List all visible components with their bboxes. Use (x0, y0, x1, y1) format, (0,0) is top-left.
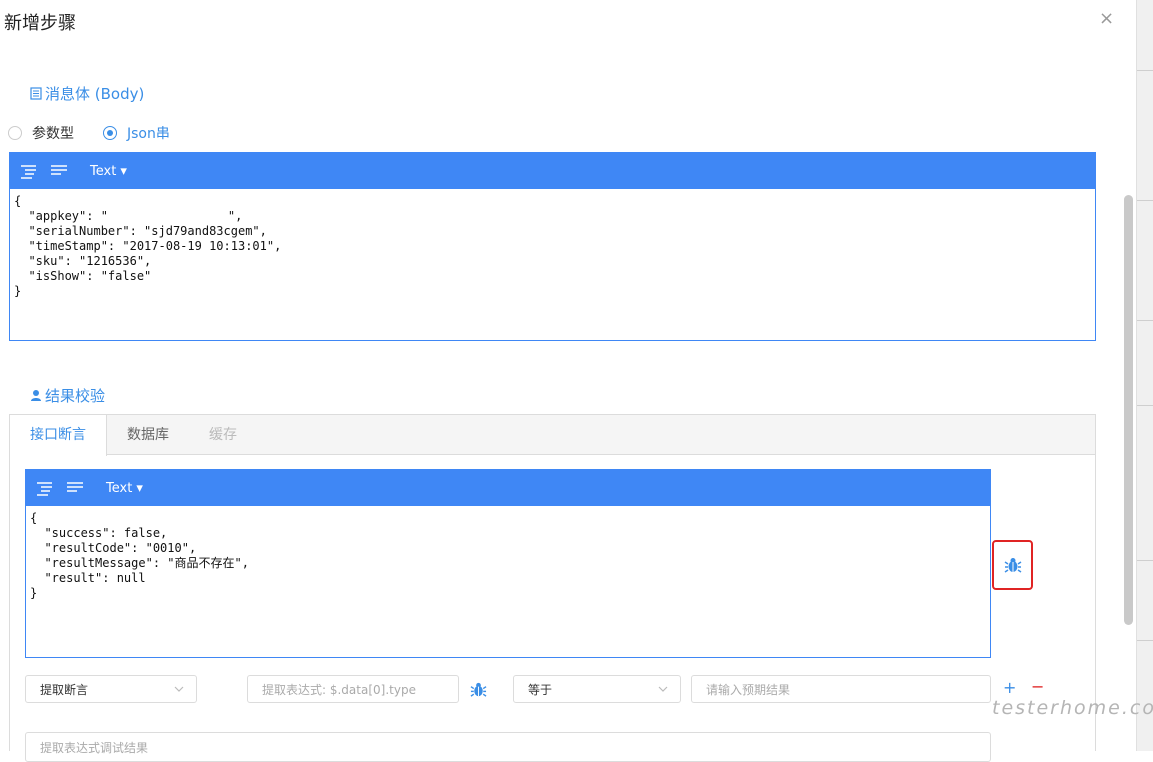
operator-select[interactable]: 等于 (513, 675, 681, 703)
code-line: } (14, 284, 22, 298)
compact-icon[interactable] (50, 163, 68, 179)
code-line: "sku": "1216536", (14, 254, 152, 268)
expression-input[interactable]: 提取表达式: $.data[0].type (247, 675, 459, 703)
radio-param-type[interactable]: 参数型 (8, 123, 74, 143)
mode-dropdown[interactable]: Text ▾ (90, 164, 127, 179)
input-placeholder: 提取表达式: $.data[0].type (262, 682, 416, 697)
add-step-dialog: 新增步骤 × 消息体 (Body) 参数型 Json串 Text ▾ { "ap… (0, 0, 1121, 762)
close-icon[interactable]: × (1099, 8, 1114, 29)
tab-cache: 缓存 (209, 427, 237, 443)
debug-expression-button[interactable] (470, 681, 487, 702)
radio-json-type[interactable]: Json串 (103, 123, 170, 143)
format-icon[interactable] (36, 480, 54, 496)
body-section-label: 消息体 (Body) (45, 85, 145, 103)
divider (1137, 70, 1153, 71)
assert-type-select[interactable]: 提取断言 (25, 675, 197, 703)
divider (1137, 405, 1153, 406)
editor-content[interactable]: { "appkey": " ", "serialNumber": "sjd79a… (10, 189, 1095, 304)
debug-result-field[interactable]: 提取表达式调试结果 (25, 732, 991, 762)
code-line: "serialNumber": "sjd79and83cgem", (14, 224, 267, 238)
code-line: "timeStamp": "2017-08-19 10:13:01", (14, 239, 282, 253)
divider (1137, 200, 1153, 201)
radio-label: 参数型 (32, 126, 74, 142)
user-icon (31, 390, 41, 401)
compact-icon[interactable] (66, 480, 84, 496)
editor-toolbar: Text ▾ (10, 153, 1095, 189)
body-type-radio-group: 参数型 Json串 (8, 123, 199, 143)
document-icon (30, 87, 42, 100)
bug-icon (1004, 558, 1021, 573)
code-line: "appkey": " (14, 209, 108, 223)
divider (1137, 640, 1153, 641)
chevron-down-icon (658, 686, 668, 692)
select-value: 等于 (528, 682, 553, 697)
mode-dropdown[interactable]: Text ▾ (106, 481, 143, 496)
watermark: testerhome.com (992, 697, 1153, 719)
add-assertion-button[interactable]: + (1003, 678, 1016, 697)
bug-icon (470, 682, 487, 697)
divider (1137, 320, 1153, 321)
radio-dot-selected (103, 126, 117, 140)
response-json-editor: Text ▾ { "success": false, "resultCode":… (25, 469, 991, 658)
code-line: "success": false, (30, 526, 168, 540)
input-placeholder: 请输入预期结果 (706, 682, 791, 697)
body-json-editor: Text ▾ { "appkey": " ", "serialNumber": … (9, 152, 1096, 341)
format-icon[interactable] (20, 163, 38, 179)
expected-result-input[interactable]: 请输入预期结果 (691, 675, 991, 703)
dialog-title: 新增步骤 (4, 13, 76, 34)
editor-toolbar: Text ▾ (26, 470, 990, 506)
background-page-edge (1136, 0, 1153, 751)
body-section-heading: 消息体 (Body) (30, 83, 144, 104)
result-section-label: 结果校验 (45, 387, 106, 405)
editor-content[interactable]: { "success": false, "resultCode": "0010"… (26, 506, 990, 606)
radio-label: Json串 (127, 126, 170, 142)
redacted-value (107, 209, 228, 224)
select-value: 提取断言 (40, 682, 89, 697)
code-line: } (30, 586, 38, 600)
radio-dot (8, 126, 22, 140)
result-section-heading: 结果校验 (30, 385, 105, 406)
code-line: { (30, 511, 38, 525)
debug-response-button[interactable] (992, 540, 1033, 590)
code-line: "resultMessage": "商品不存在", (30, 556, 249, 570)
code-line: "resultCode": "0010", (30, 541, 197, 555)
code-line: { (14, 194, 22, 208)
tab-interface-assert[interactable]: 接口断言 (10, 415, 107, 456)
chevron-down-icon (174, 686, 184, 692)
code-line-suffix: ", (227, 209, 243, 223)
divider (1137, 560, 1153, 561)
input-placeholder: 提取表达式调试结果 (40, 740, 149, 755)
remove-assertion-button[interactable]: − (1031, 677, 1044, 696)
tab-bar: 接口断言 数据库 缓存 (10, 415, 1095, 456)
tab-database[interactable]: 数据库 (107, 415, 189, 454)
code-line: "result": null (30, 571, 146, 585)
scrollbar-thumb[interactable] (1124, 195, 1133, 625)
code-line: "isShow": "false" (14, 269, 152, 283)
